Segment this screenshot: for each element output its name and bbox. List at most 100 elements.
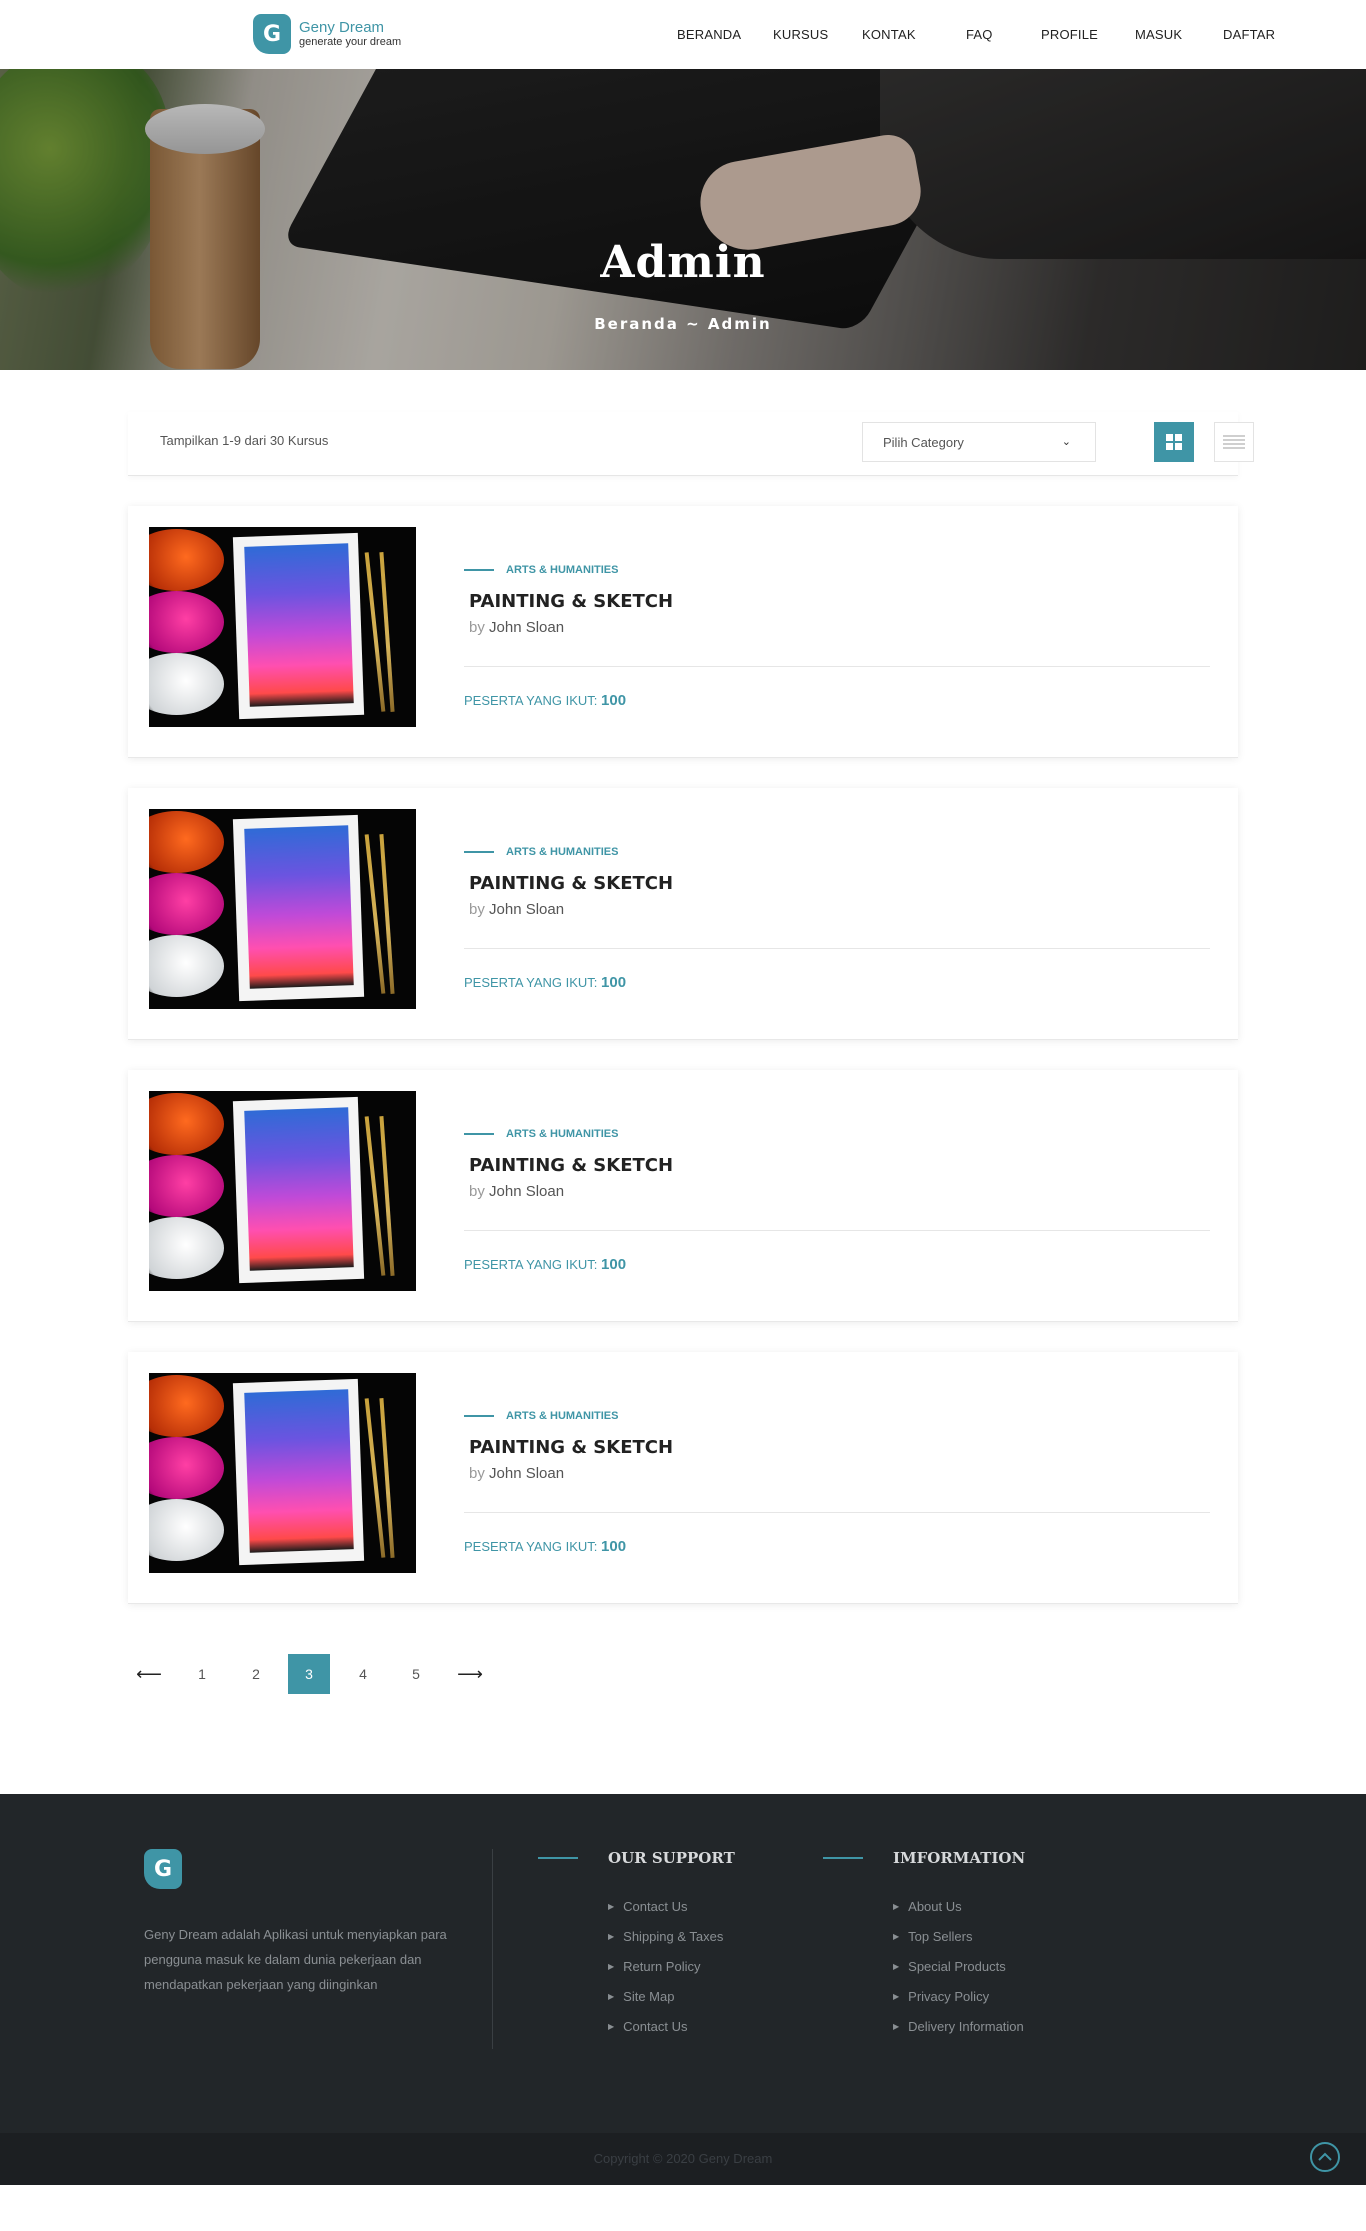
caret-right-icon: ▶ — [608, 1901, 615, 1911]
heading-label: IMFORMATION — [893, 1849, 1026, 1867]
page-link-5[interactable]: 5 — [395, 1654, 437, 1694]
page-link-4[interactable]: 4 — [342, 1654, 384, 1694]
sunset-painting — [244, 825, 354, 989]
heading-label: OUR SUPPORT — [608, 1849, 735, 1867]
paint-pot-white — [149, 1499, 224, 1561]
paint-pot-white — [149, 1217, 224, 1279]
footer-link-label: Site Map — [623, 1988, 675, 2004]
category-select[interactable]: Pilih Category ⌄ — [862, 422, 1096, 462]
page-link-1[interactable]: 1 — [181, 1654, 223, 1694]
nav-masuk[interactable]: MASUK — [1135, 27, 1182, 42]
next-page-arrow-icon[interactable]: ⟶ — [449, 1654, 491, 1694]
chevron-down-icon: ⌄ — [1061, 436, 1071, 448]
nav-daftar[interactable]: DAFTAR — [1223, 27, 1275, 42]
scroll-to-top-button[interactable] — [1310, 2142, 1340, 2172]
course-category[interactable]: ARTS & HUMANITIES — [464, 1128, 618, 1140]
footer-link[interactable]: ▶ Site Map — [608, 1981, 735, 2011]
page-link-3-active[interactable]: 3 — [288, 1654, 330, 1694]
category-accent-line — [464, 851, 494, 853]
course-card[interactable]: ARTS & HUMANITIES PAINTING & SKETCH by J… — [128, 788, 1238, 1040]
prev-page-arrow-icon[interactable]: ⟵ — [128, 1654, 170, 1694]
course-thumbnail[interactable] — [149, 527, 416, 727]
caret-right-icon: ▶ — [893, 1991, 900, 2001]
divider — [464, 1512, 1210, 1513]
sunset-painting — [244, 543, 354, 707]
footer-link[interactable]: ▶ Special Products — [893, 1951, 1025, 1981]
footer-divider — [492, 1849, 493, 2049]
main-nav: BERANDA KURSUS KONTAK FAQ PROFILE MASUK … — [0, 27, 1366, 43]
category-select-value: Pilih Category — [883, 435, 964, 450]
list-view-button[interactable] — [1214, 422, 1254, 462]
course-category[interactable]: ARTS & HUMANITIES — [464, 1410, 618, 1422]
category-accent-line — [464, 1133, 494, 1135]
course-card[interactable]: ARTS & HUMANITIES PAINTING & SKETCH by J… — [128, 1352, 1238, 1604]
course-author: by John Sloan — [469, 1465, 564, 1482]
course-title[interactable]: PAINTING & SKETCH — [469, 1437, 673, 1458]
course-thumbnail[interactable] — [149, 809, 416, 1009]
paint-pot-pink — [149, 873, 224, 935]
course-thumbnail[interactable] — [149, 1091, 416, 1291]
footer-link[interactable]: ▶ Top Sellers — [893, 1921, 1025, 1951]
course-title[interactable]: PAINTING & SKETCH — [469, 873, 673, 894]
footer-logo-icon[interactable]: G — [144, 1849, 182, 1889]
course-author: by John Sloan — [469, 1183, 564, 1200]
paint-pot-pink — [149, 1155, 224, 1217]
course-card[interactable]: ARTS & HUMANITIES PAINTING & SKETCH by J… — [128, 1070, 1238, 1322]
author-name: John Sloan — [489, 1465, 565, 1482]
nav-faq[interactable]: FAQ — [966, 27, 993, 42]
category-label: ARTS & HUMANITIES — [506, 1410, 619, 1422]
footer-link[interactable]: ▶ Return Policy — [608, 1951, 735, 1981]
nav-kursus[interactable]: KURSUS — [773, 27, 828, 42]
footer-link[interactable]: ▶ Contact Us — [608, 2011, 735, 2041]
page-link-2[interactable]: 2 — [235, 1654, 277, 1694]
category-label: ARTS & HUMANITIES — [506, 846, 619, 858]
footer-link-label: Top Sellers — [908, 1928, 973, 1944]
paint-pot-pink — [149, 591, 224, 653]
course-card[interactable]: ARTS & HUMANITIES PAINTING & SKETCH by J… — [128, 506, 1238, 758]
grid-view-button[interactable] — [1154, 422, 1194, 462]
paint-pot-pink — [149, 1437, 224, 1499]
footer-information-links: ▶ About Us ▶ Top Sellers ▶ Special Products… — [893, 1891, 1025, 2041]
copyright-text: Copyright © 2020 Geny Dream — [593, 2151, 773, 2166]
footer-information-column: IMFORMATION ▶ About Us ▶ Top Sellers ▶ Spec… — [823, 1849, 1025, 2041]
nav-beranda[interactable]: BERANDA — [677, 27, 741, 42]
course-title[interactable]: PAINTING & SKETCH — [469, 1155, 673, 1176]
category-label: ARTS & HUMANITIES — [506, 1128, 619, 1140]
heading-accent-line — [538, 1857, 578, 1859]
caret-right-icon: ▶ — [893, 2021, 900, 2031]
course-category[interactable]: ARTS & HUMANITIES — [464, 564, 618, 576]
author-name: John Sloan — [489, 1183, 565, 1200]
result-count: Tampilkan 1-9 dari 30 Kursus — [160, 433, 329, 448]
footer-link[interactable]: ▶ Shipping & Taxes — [608, 1921, 735, 1951]
divider — [464, 1230, 1210, 1231]
footer-link-label: Delivery Information — [908, 2018, 1024, 2034]
heading-accent-line — [823, 1857, 863, 1859]
course-category[interactable]: ARTS & HUMANITIES — [464, 846, 618, 858]
footer-link-label: Return Policy — [623, 1958, 701, 1974]
course-author: by John Sloan — [469, 901, 564, 918]
nav-kontak[interactable]: KONTAK — [862, 27, 916, 42]
paint-pot-white — [149, 935, 224, 997]
course-author: by John Sloan — [469, 619, 564, 636]
participant-value: 100 — [601, 974, 627, 991]
page-title: Admin — [600, 237, 766, 288]
sunset-painting — [244, 1389, 354, 1553]
footer-link[interactable]: ▶ Delivery Information — [893, 2011, 1025, 2041]
course-thumbnail[interactable] — [149, 1373, 416, 1573]
participant-label: PESERTA YANG IKUT: — [464, 1257, 598, 1272]
footer-link-label: About Us — [908, 1898, 962, 1914]
divider — [464, 666, 1210, 667]
footer-link-label: Contact Us — [623, 1898, 688, 1914]
footer-link[interactable]: ▶ Privacy Policy — [893, 1981, 1025, 2011]
category-label: ARTS & HUMANITIES — [506, 564, 619, 576]
nav-profile[interactable]: PROFILE — [1041, 27, 1098, 42]
footer-link[interactable]: ▶ About Us — [893, 1891, 1025, 1921]
site-footer: G Geny Dream adalah Aplikasi untuk menyi… — [0, 1794, 1366, 2185]
participant-value: 100 — [601, 1256, 627, 1273]
paint-pot-orange — [149, 1093, 224, 1155]
site-header: G Geny Dream generate your dream BERANDA… — [0, 0, 1366, 69]
author-by: by — [469, 1183, 485, 1200]
footer-link[interactable]: ▶ Contact Us — [608, 1891, 735, 1921]
category-accent-line — [464, 569, 494, 571]
course-title[interactable]: PAINTING & SKETCH — [469, 591, 673, 612]
